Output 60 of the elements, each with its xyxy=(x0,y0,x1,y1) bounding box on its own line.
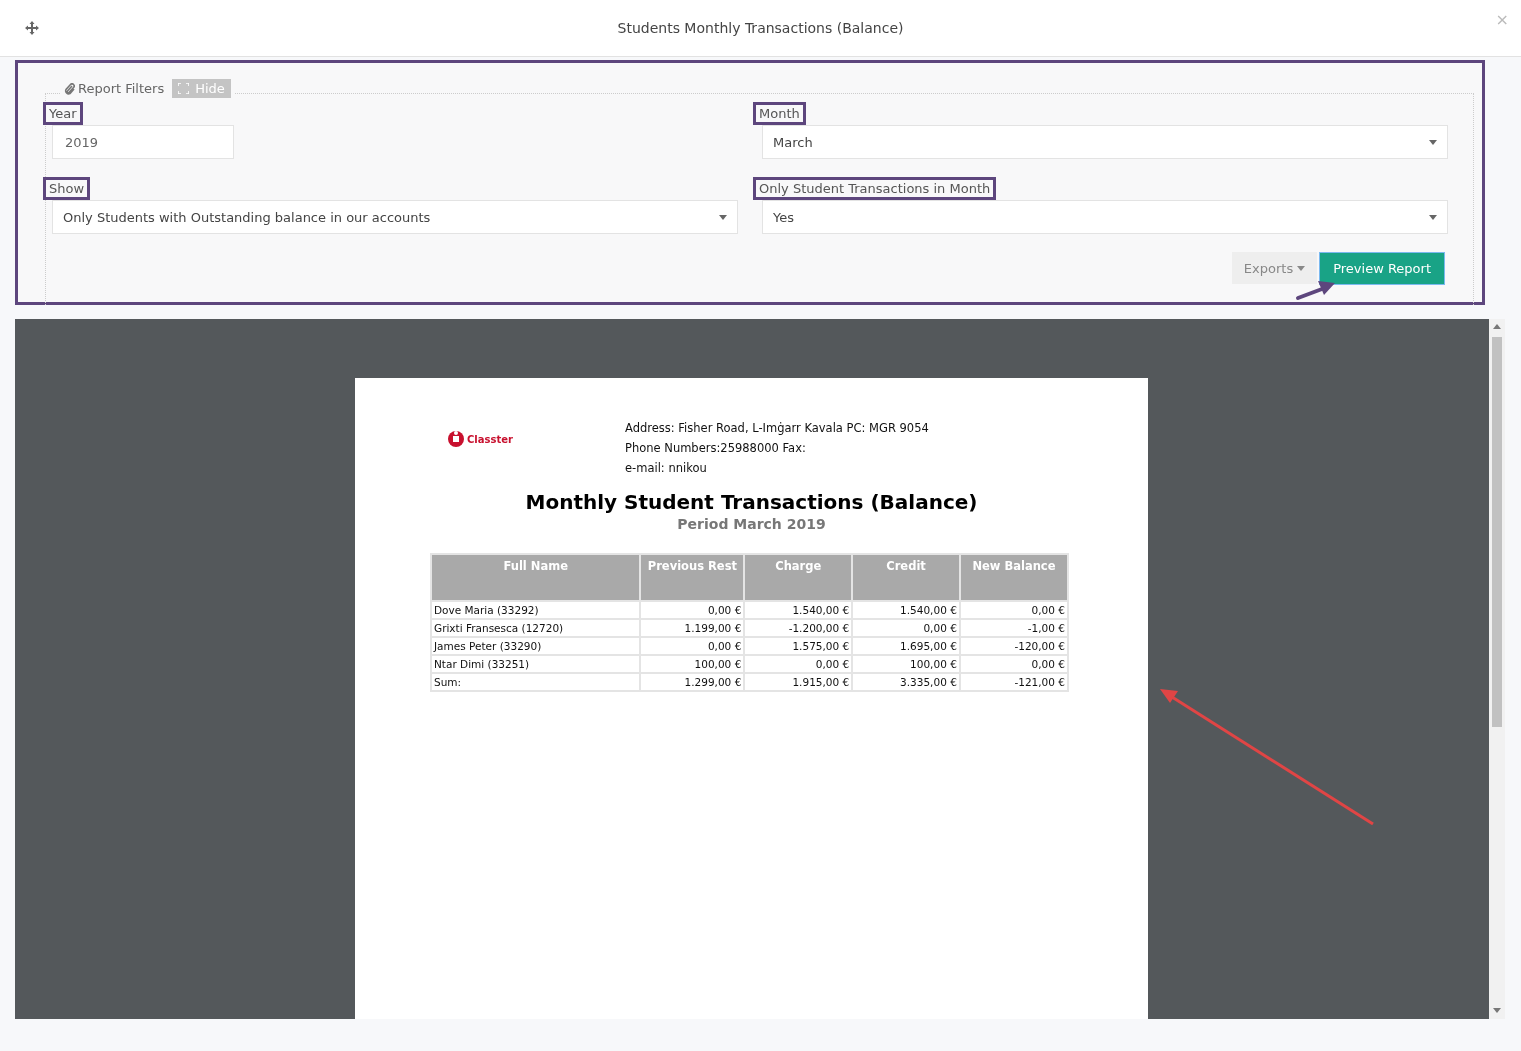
report-title: Monthly Student Transactions (Balance) xyxy=(524,490,979,514)
table-cell: James Peter (33290) xyxy=(431,637,641,655)
scrollbar[interactable] xyxy=(1489,319,1505,1019)
column-header: Previous Rest xyxy=(640,554,745,601)
table-cell: 100,00 € xyxy=(852,655,960,673)
table-cell: 3.335,00 € xyxy=(852,673,960,691)
caret-icon xyxy=(719,214,727,220)
table-cell: 0,00 € xyxy=(640,637,745,655)
table-cell: -1,00 € xyxy=(959,619,1068,637)
expand-icon xyxy=(178,83,190,94)
table-cell: Dove Maria (33292) xyxy=(431,601,641,619)
field-label: Show xyxy=(43,177,91,200)
table-cell: Sum: xyxy=(431,673,641,691)
preview-report-button[interactable]: Preview Report xyxy=(1319,252,1445,285)
select-field[interactable]: March xyxy=(762,125,1448,159)
table-cell: 0,00 € xyxy=(744,655,853,673)
caret-icon xyxy=(1297,265,1306,271)
column-header: New Balance xyxy=(959,554,1068,601)
field-label: Month xyxy=(753,102,806,125)
table-cell: -121,00 € xyxy=(959,673,1068,691)
move-icon[interactable] xyxy=(25,21,39,35)
table-cell: -1.200,00 € xyxy=(744,619,853,637)
table-cell: 1.915,00 € xyxy=(744,673,853,691)
table-cell: 0,00 € xyxy=(959,601,1068,619)
scroll-down-icon[interactable] xyxy=(1493,1008,1501,1013)
logo-text: Classter xyxy=(467,433,513,445)
scroll-up-icon[interactable] xyxy=(1493,324,1501,329)
table-cell: 1.540,00 € xyxy=(852,601,960,619)
select-field[interactable]: Only Students with Outstanding balance in our accounts xyxy=(52,200,738,234)
table-cell: Grixti Fransesca (12720) xyxy=(431,619,641,637)
paperclip-icon xyxy=(64,82,75,95)
table-cell: 100,00 € xyxy=(640,655,745,673)
field-label: Year xyxy=(43,102,83,125)
address-line: Phone Numbers:25988000 Fax: xyxy=(625,440,807,457)
table-cell: 1.199,00 € xyxy=(640,619,745,637)
table-cell: 0,00 € xyxy=(640,601,745,619)
exports-button[interactable]: Exports xyxy=(1231,252,1318,284)
report-period: Period March 2019 xyxy=(676,516,827,532)
window-title: Students Monthly Transactions (Balance) xyxy=(617,20,904,36)
table-cell: 0,00 € xyxy=(959,655,1068,673)
address-line: Address: Fisher Road, L-Imġarr Kavala PC: MGR 9054 xyxy=(625,420,929,437)
table-cell: 0,00 € xyxy=(852,619,960,637)
select-field[interactable]: Yes xyxy=(762,200,1448,234)
caret-icon xyxy=(1429,214,1437,220)
table-cell: 1.695,00 € xyxy=(852,637,960,655)
column-header: Charge xyxy=(744,554,853,601)
logo-icon xyxy=(447,430,465,448)
column-header: Credit xyxy=(852,554,960,601)
field-label: Only Student Transactions in Month xyxy=(753,177,997,200)
year-input[interactable]: 2019 xyxy=(52,125,234,159)
table-cell: -120,00 € xyxy=(959,637,1068,655)
table-cell: Ntar Dimi (33251) xyxy=(431,655,641,673)
table-cell: 1.575,00 € xyxy=(744,637,853,655)
table-cell: 1.540,00 € xyxy=(744,601,853,619)
caret-icon xyxy=(1429,139,1437,145)
report-filters-legend: Report Filters xyxy=(78,81,165,96)
column-header: Full Name xyxy=(431,554,641,601)
annotation-arrow xyxy=(1296,281,1335,300)
address-line: e-mail: nnikou xyxy=(625,460,708,477)
table-cell: 1.299,00 € xyxy=(640,673,745,691)
